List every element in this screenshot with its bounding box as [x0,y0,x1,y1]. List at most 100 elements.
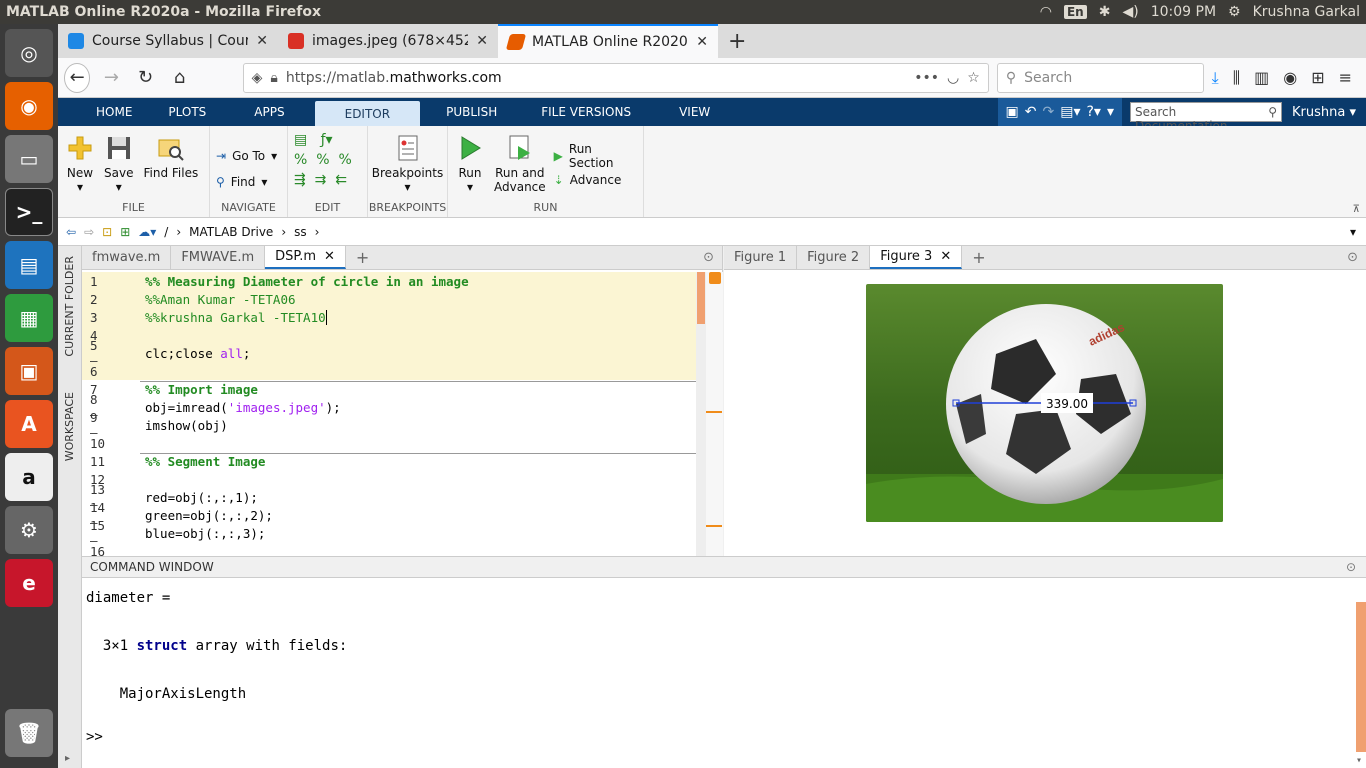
trash-icon[interactable]: 🗑 [5,709,53,757]
code-line[interactable]: 9– imshow(obj) [82,410,696,440]
comment-icon[interactable]: % [294,152,307,168]
tab-editor[interactable]: EDITOR [314,101,421,126]
new-tab-button[interactable]: + [718,24,756,58]
path-matlab-drive[interactable]: MATLAB Drive [189,225,273,239]
command-window[interactable]: diameter = 3×1 struct array with fields:… [82,578,1366,768]
clock[interactable]: 10:09 PM [1151,4,1216,20]
code-line[interactable]: 10 [82,434,696,452]
editor-tab-fmwave[interactable]: fmwave.m [82,246,172,269]
forward-button[interactable]: → [98,63,124,93]
figure-tab-2[interactable]: Figure 2 [797,246,871,269]
find-files-button[interactable]: Find Files [141,134,200,180]
calc-icon[interactable]: ▦ [5,294,53,342]
undo-icon[interactable]: ↶ [1025,104,1037,120]
collapse-ribbon-icon[interactable]: ⊼ [1353,204,1360,215]
firefox-icon[interactable]: ◉ [5,82,53,130]
impress-icon[interactable]: ▣ [5,347,53,395]
code-line[interactable]: 13– red=obj(:,:,1); [82,482,696,512]
close-tab-icon[interactable]: ✕ [696,34,708,50]
uncomment-icon[interactable]: % [316,152,329,168]
user-menu[interactable]: Krushna ▾ [1282,98,1366,126]
system-settings-icon[interactable]: ⚙ [5,506,53,554]
url-text[interactable]: https://matlab.mathworks.com [286,70,906,86]
file-manager-icon[interactable]: ▭ [5,135,53,183]
redo-icon[interactable]: ↷ [1043,104,1055,120]
page-actions-icon[interactable]: ••• [914,70,939,86]
path-root[interactable]: / [164,225,168,239]
code-area[interactable]: 1%% Measuring Diameter of circle in an i… [82,272,696,556]
home-button[interactable]: ⌂ [167,63,193,93]
figure-image-soccer-ball[interactable]: adidas 339.00 [866,284,1223,522]
code-line[interactable]: 7%% Import image [82,380,696,398]
code-line[interactable]: 2 %%Aman Kumar -TETA06 [82,290,696,308]
tab-publish[interactable]: PUBLISH [420,98,523,126]
editor-scrollbar[interactable] [696,272,706,556]
browser-tab-matlab-online[interactable]: MATLAB Online R2020a ✕ [498,24,718,58]
cloud-icon[interactable]: ☁▾ [138,225,156,239]
code-line[interactable]: 8– obj=imread('images.jpeg'); [82,392,696,422]
reload-button[interactable]: ↻ [132,63,158,93]
code-line[interactable]: 3 %%krushna Garkal -TETA10 [82,308,696,326]
menu-icon[interactable]: ≡ [1339,68,1352,88]
decrease-indent-icon[interactable]: ⇇ [335,172,347,188]
code-line[interactable]: 6 [82,362,696,380]
path-dropdown-icon[interactable]: ▾ [1350,225,1366,239]
up-folder-icon[interactable]: ⊡ [102,225,112,239]
figure-tab-3[interactable]: Figure 3 ✕ [870,246,963,269]
scroll-down-icon[interactable]: ▾ [1356,755,1362,766]
warning-marker[interactable] [706,525,722,527]
code-line[interactable]: 5– clc;close all; [82,338,696,368]
expand-icon[interactable]: ▸ [65,753,70,764]
sidebar-icon[interactable]: ▥ [1254,68,1269,88]
command-window-options-icon[interactable]: ⊙ [1346,560,1366,574]
url-bar[interactable]: ◈ 🔒︎ https://matlab.mathworks.com ••• ◡ … [242,62,989,93]
editor-options-icon[interactable]: ⊙ [703,246,722,269]
new-figure-tab-button[interactable]: + [962,246,995,269]
browser-search-box[interactable]: ⚲ Search [996,62,1204,93]
lock-icon[interactable]: 🔒︎ [270,70,277,86]
close-icon[interactable]: ✕ [324,249,335,264]
editor-tab-fmwave-upper[interactable]: FMWAVE.m [171,246,266,269]
wrap-comments-icon[interactable]: % [338,152,351,168]
pocket-icon[interactable]: ◡ [947,70,959,86]
switch-windows-icon[interactable]: ▤▾ [1060,104,1080,120]
writer-icon[interactable]: ▤ [5,241,53,289]
documentation-search-input[interactable]: Search Documentation ⚲ [1130,102,1282,133]
forward-arrow-icon[interactable]: ⇨ [84,225,94,239]
tab-plots[interactable]: PLOTS [150,98,224,126]
command-scrollbar-thumb[interactable] [1356,602,1366,752]
increase-indent-icon[interactable]: ⇉ [315,172,327,188]
wifi-icon[interactable]: ◠ [1040,4,1052,20]
close-icon[interactable]: ✕ [940,249,951,264]
insert-icon[interactable]: ▤ [294,132,307,148]
new-button[interactable]: New ▾ [64,134,96,194]
help-icon[interactable]: ?▾ [1087,104,1101,120]
bluetooth-icon[interactable]: ✱ [1099,4,1111,20]
indent-icon[interactable]: ⇶ [294,172,306,188]
browse-folder-icon[interactable]: ⊞ [120,225,130,239]
code-line[interactable]: 4 [82,326,696,344]
current-folder-tab[interactable]: CURRENT FOLDER [63,256,76,357]
workspace-tab[interactable]: WORKSPACE [63,392,76,461]
goto-button[interactable]: ⇥ Go To ▾ [216,144,277,168]
code-line[interactable]: 1%% Measuring Diameter of circle in an i… [82,272,696,290]
keyboard-language-indicator[interactable]: En [1063,5,1087,19]
tab-file-versions[interactable]: FILE VERSIONS [523,98,649,126]
code-line[interactable]: 11%% Segment Image [82,452,696,470]
close-tab-icon[interactable]: ✕ [256,33,268,49]
scroll-thumb[interactable] [697,272,705,324]
terminal-icon[interactable]: >_ [5,188,53,236]
fx-icon[interactable]: ƒ▾ [321,132,333,148]
editor-tab-dsp[interactable]: DSP.m ✕ [265,246,346,269]
settings-gear-icon[interactable]: ⚙ [1228,4,1241,20]
downloads-icon[interactable]: ⤓ [1212,68,1219,88]
close-tab-icon[interactable]: ✕ [476,33,488,49]
software-center-icon[interactable]: A [5,400,53,448]
browser-tab-course-syllabus[interactable]: Course Syllabus | Course ✕ [58,24,278,58]
amazon-icon[interactable]: a [5,453,53,501]
document-viewer-icon[interactable]: e [5,559,53,607]
code-line[interactable]: 14– green=obj(:,:,2); [82,500,696,530]
extensions-icon[interactable]: ⊞ [1311,68,1324,88]
tab-apps[interactable]: APPS [224,98,314,126]
run-and-advance-button[interactable]: Run and Advance [492,134,548,194]
